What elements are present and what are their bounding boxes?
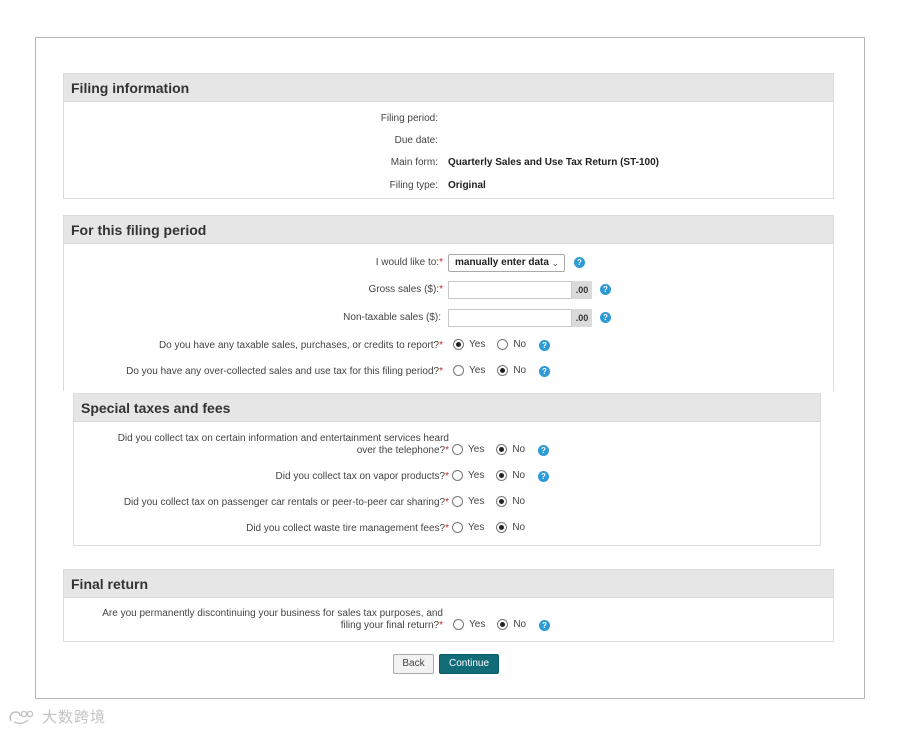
entry-method-select[interactable]: manually enter data ⌄ [448,254,565,272]
non-taxable-sales-label: Non-taxable sales ($): [343,312,441,323]
filing-period-label: Filing period: [380,113,438,124]
section-title: Filing information [64,74,833,102]
back-button[interactable]: Back [393,654,434,674]
taxable-sales-radio-group[interactable]: Yes No [453,339,538,350]
special-taxes-section: Special taxes and fees Did you collect t… [73,393,821,546]
yes-option[interactable]: Yes [452,444,484,455]
radio-no[interactable] [496,470,508,481]
help-icon[interactable]: ? [600,284,611,295]
continue-button[interactable]: Continue [439,654,499,674]
section-title: Final return [64,570,833,598]
radio-no[interactable] [497,339,509,350]
gross-sales-label: Gross sales ($):* [368,284,443,295]
car-rentals-radio-group[interactable]: Yes No [452,496,537,507]
waste-tire-question: Did you collect waste tire management fe… [246,523,449,534]
section-title: Special taxes and fees [74,394,820,422]
main-form-value: Quarterly Sales and Use Tax Return (ST-1… [448,157,660,168]
would-like-label: I would like to:* [375,257,443,268]
form-frame: Filing information Filing period: Due da… [35,37,865,699]
yes-option[interactable]: Yes [453,339,485,350]
entry-method-value: manually enter data [455,257,549,268]
gross-sales-field[interactable]: .00 [448,281,592,299]
due-date-label: Due date: [394,135,438,146]
yes-option[interactable]: Yes [453,619,485,630]
telephone-services-question: Did you collect tax on certain informati… [117,433,449,456]
filing-period-section: For this filing period I would like to:*… [63,215,834,391]
watermark-text: 大数跨境 [42,709,107,726]
radio-yes[interactable] [452,496,463,507]
over-collected-question: Do you have any over-collected sales and… [126,366,443,377]
filing-type-value: Original [448,180,486,191]
no-option[interactable]: No [496,522,525,533]
no-option[interactable]: No [497,339,526,350]
gross-sales-input[interactable] [448,281,572,299]
no-option[interactable]: No [497,365,526,376]
telephone-services-radio-group[interactable]: Yes No [452,444,537,455]
help-icon[interactable]: ? [600,312,611,323]
gross-sales-cents: .00 [572,281,592,299]
radio-yes[interactable] [453,619,464,630]
section-title: For this filing period [64,216,833,244]
waste-tire-radio-group[interactable]: Yes No [452,522,537,533]
help-icon[interactable]: ? [539,620,550,631]
filing-information-section: Filing information Filing period: Due da… [63,73,834,199]
no-option[interactable]: No [496,470,525,481]
help-icon[interactable]: ? [539,366,550,377]
no-option[interactable]: No [496,496,525,507]
help-icon[interactable]: ? [574,257,585,268]
non-taxable-sales-field[interactable]: .00 [448,309,592,327]
over-collected-radio-group[interactable]: Yes No [453,365,538,376]
no-option[interactable]: No [497,619,526,630]
non-taxable-sales-cents: .00 [572,309,592,327]
yes-option[interactable]: Yes [452,496,484,507]
filing-type-label: Filing type: [389,180,438,191]
radio-yes[interactable] [453,339,464,350]
final-return-radio-group[interactable]: Yes No [453,619,538,630]
final-return-question: Are you permanently discontinuing your b… [102,608,443,631]
taxable-sales-question: Do you have any taxable sales, purchases… [158,340,443,351]
watermark-logo-icon [9,710,34,724]
chevron-down-icon: ⌄ [551,258,559,268]
radio-no[interactable] [497,365,509,376]
yes-option[interactable]: Yes [453,365,485,376]
radio-no[interactable] [496,496,508,507]
help-icon[interactable]: ? [538,445,549,456]
radio-yes[interactable] [452,444,463,455]
radio-no[interactable] [496,444,508,455]
radio-no[interactable] [497,619,509,630]
radio-yes[interactable] [453,365,464,376]
yes-option[interactable]: Yes [452,470,484,481]
yes-option[interactable]: Yes [452,522,484,533]
radio-yes[interactable] [452,470,463,481]
radio-yes[interactable] [452,522,463,533]
vapor-products-question: Did you collect tax on vapor products?* [275,471,449,482]
watermark: 大数跨境 [8,706,106,727]
main-form-label: Main form: [390,157,438,168]
help-icon[interactable]: ? [538,471,549,482]
final-return-section: Final return Are you permanently discont… [63,569,834,642]
non-taxable-sales-input[interactable] [448,309,572,327]
vapor-products-radio-group[interactable]: Yes No [452,470,537,481]
radio-no[interactable] [496,522,508,533]
help-icon[interactable]: ? [539,340,550,351]
no-option[interactable]: No [496,444,525,455]
car-rentals-question: Did you collect tax on passenger car ren… [123,497,449,508]
